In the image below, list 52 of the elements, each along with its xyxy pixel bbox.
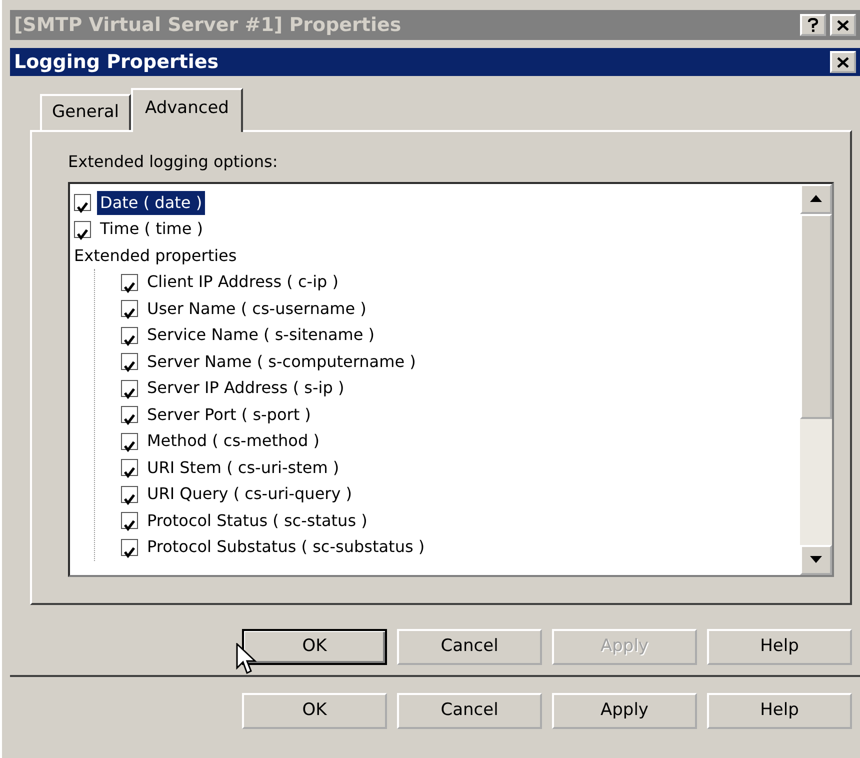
dialog-button[interactable]: Help <box>707 692 852 728</box>
scroll-thumb[interactable] <box>800 214 832 418</box>
down-arrow-icon <box>810 556 822 563</box>
dialog-title: Logging Properties <box>14 50 219 75</box>
option-label[interactable]: Protocol Substatus ( sc-substatus ) <box>144 535 428 560</box>
tab[interactable]: Advanced <box>131 88 243 132</box>
scroll-down-button[interactable] <box>800 544 832 574</box>
scrollbar[interactable] <box>800 184 832 574</box>
checkbox[interactable] <box>121 380 138 397</box>
checkbox[interactable] <box>121 512 138 530</box>
option-label[interactable]: Client IP Address ( c-ip ) <box>144 270 342 294</box>
option-label[interactable]: Service Name ( s-sitename ) <box>144 323 378 348</box>
dialog-button[interactable]: OK <box>242 628 387 664</box>
option-label[interactable]: URI Stem ( cs-uri-stem ) <box>144 456 342 480</box>
option-label[interactable]: Date ( date ) <box>97 190 206 215</box>
checkbox[interactable] <box>121 326 138 344</box>
checkbox[interactable] <box>121 486 138 503</box>
dialog-button[interactable]: Cancel <box>397 692 542 728</box>
close-button[interactable] <box>830 14 856 36</box>
tab[interactable]: General <box>40 94 131 130</box>
option-label[interactable]: Time ( time ) <box>97 217 206 242</box>
checkbox[interactable] <box>121 459 138 476</box>
option-label[interactable]: Server Port ( s-port ) <box>144 402 314 427</box>
window-title: [SMTP Virtual Server #1] Properties <box>14 12 402 38</box>
option-label[interactable]: Method ( cs-method ) <box>144 429 322 454</box>
checkbox[interactable] <box>74 194 91 212</box>
dialog-button[interactable]: Help <box>707 628 852 664</box>
up-arrow-icon <box>810 195 822 202</box>
option-label[interactable]: User Name ( cs-username ) <box>144 296 370 321</box>
checkbox[interactable] <box>121 406 138 424</box>
mouse-pointer-icon <box>236 642 258 674</box>
checkbox[interactable] <box>74 220 91 238</box>
checkbox[interactable] <box>121 300 138 318</box>
scroll-up-button[interactable] <box>800 184 832 214</box>
close-icon <box>837 56 849 68</box>
option-label[interactable]: Protocol Status ( sc-status ) <box>144 508 370 533</box>
help-icon <box>808 18 818 32</box>
help-button[interactable] <box>800 14 826 36</box>
checkbox[interactable] <box>121 274 138 291</box>
close-icon <box>837 20 849 30</box>
group-label: Extended logging options: <box>68 150 279 172</box>
group-label: Extended properties <box>74 244 237 267</box>
dialog-button[interactable]: Apply <box>552 692 697 728</box>
option-label[interactable]: Server Name ( s-computername ) <box>144 350 419 374</box>
dialog-button[interactable]: OK <box>242 692 387 728</box>
dialog-button[interactable]: Cancel <box>397 628 542 664</box>
close-button[interactable] <box>830 51 856 73</box>
option-label[interactable]: URI Query ( cs-uri-query ) <box>144 482 356 506</box>
option-label[interactable]: Server IP Address ( s-ip ) <box>144 376 348 400</box>
checkbox[interactable] <box>121 353 138 370</box>
checkbox[interactable] <box>121 538 138 556</box>
checkbox[interactable] <box>121 432 138 450</box>
